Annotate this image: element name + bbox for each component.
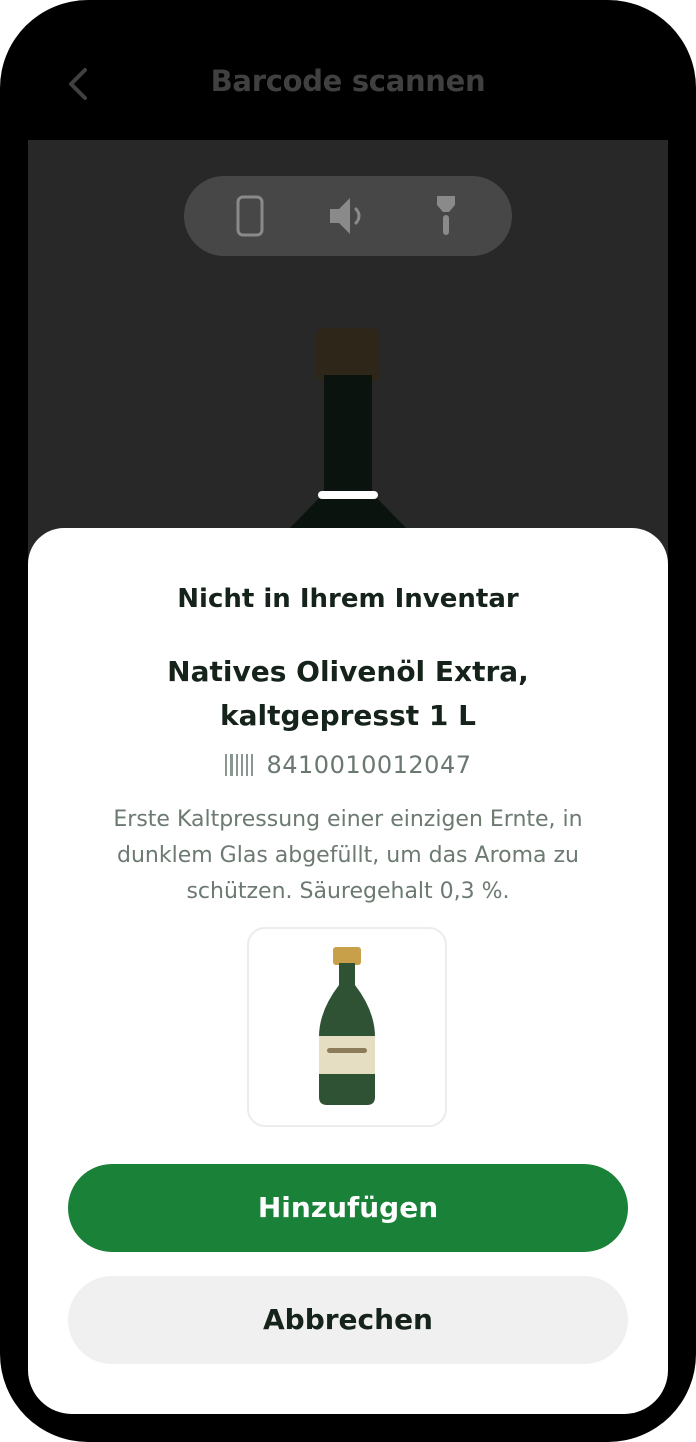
phone-outline-icon [236,195,264,237]
bottom-sheet: Nicht in Ihrem Inventar Natives Olivenöl… [28,528,668,1414]
barcode-row: 8410010012047 [28,748,668,782]
page-title: Barcode scannen [210,64,486,98]
phone-orientation-button[interactable] [226,192,274,240]
scanned-bottle-preview [288,328,408,545]
product-name: Natives Olivenöl Extra, kaltgepresst 1 L [167,655,529,732]
product-image [247,927,447,1127]
scanner-controls [184,176,512,256]
sound-toggle-button[interactable] [324,192,372,240]
product-description: Erste Kaltpressung einer einzigen Ernte,… [113,807,583,904]
cancel-button[interactable]: Abbrechen [68,1276,628,1364]
flashlight-icon [437,196,455,235]
barcode-number: 8410010012047 [266,751,472,779]
header: Barcode scannen [0,50,696,120]
barcode-icon [225,754,254,776]
olive-oil-bottle-icon [319,947,375,1105]
flashlight-toggle-button[interactable] [422,192,470,240]
phone-frame: Barcode scannen Nicht in Ihrem Inventar … [0,0,696,1442]
inventory-status: Nicht in Ihrem Inventar [177,584,519,614]
speaker-icon [330,198,361,234]
add-button[interactable]: Hinzufügen [68,1164,628,1252]
